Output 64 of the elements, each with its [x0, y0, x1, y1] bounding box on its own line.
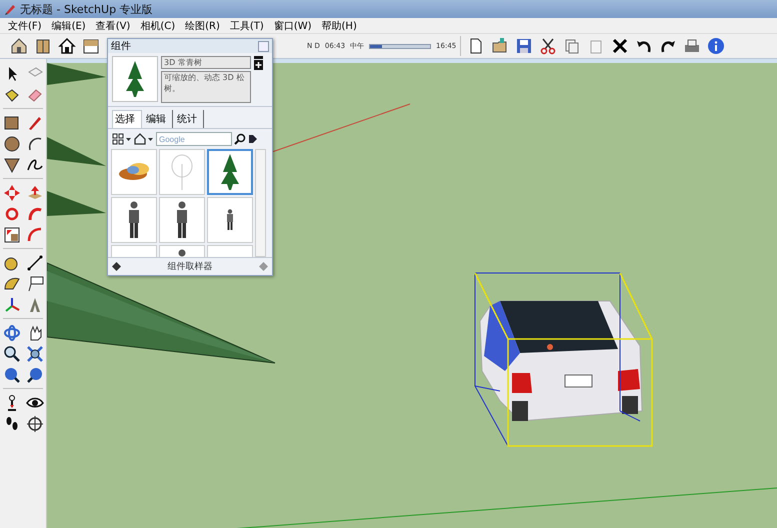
pencil-icon	[4, 3, 16, 15]
component-thumbnail[interactable]	[159, 149, 205, 195]
plane-drawing	[47, 137, 106, 166]
search-field[interactable]: Google	[156, 132, 232, 146]
info-icon[interactable]	[706, 37, 725, 55]
view-options-icon[interactable]	[112, 133, 132, 145]
time-slider[interactable]	[369, 44, 432, 48]
menu-item[interactable]: 编辑(E)	[52, 18, 86, 32]
window-icon[interactable]	[82, 37, 100, 55]
menu-item[interactable]: 绘图(R)	[185, 18, 220, 32]
zoom-window-icon[interactable]	[26, 344, 44, 362]
component-thumbnail[interactable]	[207, 149, 253, 195]
scale-icon[interactable]	[2, 226, 20, 244]
scissors-icon[interactable]	[538, 37, 557, 55]
dimension-icon[interactable]	[26, 254, 44, 272]
zoom-icon[interactable]	[2, 344, 20, 362]
folder-icon[interactable]	[490, 37, 509, 55]
home-icon[interactable]	[134, 133, 154, 145]
window-title: 无标题 - SketchUp 专业版	[20, 2, 153, 16]
person-silhouette	[127, 201, 141, 239]
section-plane-icon[interactable]	[26, 414, 44, 432]
orbit-icon[interactable]	[2, 324, 20, 342]
arrow-right-icon[interactable]	[248, 133, 258, 145]
component-thumbnail[interactable]	[207, 197, 253, 243]
triangle-icon[interactable]	[2, 156, 20, 174]
component-thumbnail[interactable]	[111, 149, 157, 195]
tab[interactable]: 选择	[112, 110, 142, 128]
menu-item[interactable]: 文件(F)	[8, 18, 42, 32]
menu-item[interactable]: 相机(C)	[140, 18, 176, 32]
house-icon[interactable]	[10, 37, 28, 55]
tab[interactable]: 编辑	[144, 110, 173, 128]
description-field[interactable]: 可缩放的、动态 3D 松树。	[161, 71, 251, 103]
move-icon[interactable]	[2, 184, 20, 202]
menu-item[interactable]: 帮助(H)	[322, 18, 357, 32]
close-button[interactable]	[258, 40, 269, 52]
menu-item[interactable]: 查看(V)	[96, 18, 130, 32]
house-icon[interactable]	[58, 37, 76, 55]
rectangle-icon[interactable]	[2, 114, 20, 132]
offset-icon[interactable]	[26, 226, 44, 244]
plane-drawing	[47, 191, 106, 216]
label-icon[interactable]	[26, 274, 44, 292]
person-silhouette	[226, 209, 234, 231]
component-icon[interactable]	[254, 56, 263, 70]
search-icon[interactable]	[234, 133, 246, 145]
footer-label: 组件取样器	[168, 260, 212, 273]
printer-icon[interactable]	[682, 37, 701, 55]
copy-icon[interactable]	[562, 37, 581, 55]
name-field[interactable]: 3D 常青树	[161, 56, 251, 69]
tab[interactable]: 统计	[175, 110, 204, 128]
axes-icon[interactable]	[2, 296, 20, 314]
component-thumbnail[interactable]	[159, 197, 205, 243]
delete-icon[interactable]	[610, 37, 629, 55]
menu-item[interactable]: 工具(T)	[230, 18, 264, 32]
push-pull-icon[interactable]	[26, 184, 44, 202]
scrollbar[interactable]	[255, 149, 266, 257]
zoom-previous-icon[interactable]	[2, 366, 20, 384]
person-silhouette	[175, 201, 189, 239]
menu-item[interactable]: 窗口(W)	[274, 18, 312, 32]
zoom-extents-icon[interactable]	[26, 366, 44, 384]
panel-title: 组件	[111, 40, 131, 53]
component-thumbnail[interactable]	[111, 197, 157, 243]
circle-icon[interactable]	[2, 134, 20, 152]
box-icon[interactable]	[34, 37, 52, 55]
tree-outline-drawing	[171, 154, 193, 190]
